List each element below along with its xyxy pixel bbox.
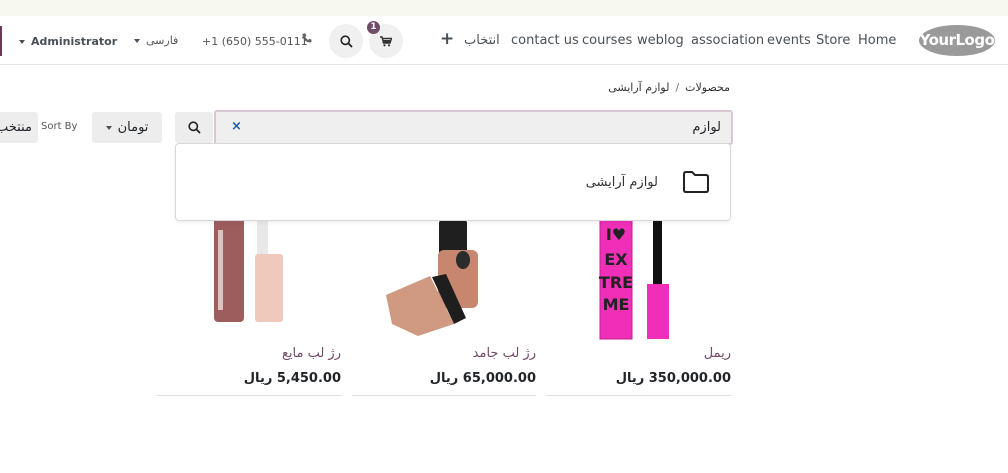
svg-text:EX: EX [604, 250, 628, 269]
currency-dropdown[interactable]: تومان [92, 112, 162, 143]
product-name[interactable]: ریمل [704, 346, 731, 361]
product-price: 65,000.00 ریال [429, 371, 536, 386]
search-autocomplete-dropdown: لوازم آرایشی [175, 143, 731, 221]
product-card[interactable]: رژ لب جامد 65,000.00 ریال [352, 200, 536, 396]
product-card[interactable]: رژ لب مایع 5,450.00 ریال [157, 200, 341, 396]
user-menu[interactable]: Administrator [19, 33, 117, 51]
language-selector[interactable]: فارسی [134, 32, 178, 50]
breadcrumb: محصولات / لوازم آرایشی [608, 81, 730, 94]
product-card[interactable]: I♥ EX TRE ME ریمل 350,000.00 ریال [547, 200, 731, 396]
search-submit-button[interactable] [175, 112, 213, 143]
nav-link-select[interactable]: انتخاب [464, 32, 500, 50]
search-icon [339, 34, 353, 48]
clear-search-icon[interactable]: × [231, 119, 242, 134]
breadcrumb-current: لوازم آرایشی [608, 81, 670, 94]
svg-text:TRE: TRE [599, 273, 633, 292]
svg-text:ME: ME [603, 295, 630, 314]
currency-label: تومان [117, 120, 149, 135]
product-image-mascara: I♥ EX TRE ME [599, 214, 669, 340]
sort-dropdown[interactable]: منتخب [0, 112, 38, 143]
product-name[interactable]: رژ لب جامد [473, 346, 536, 361]
chevron-down-icon [134, 39, 140, 43]
nav-link-store[interactable]: Store [816, 32, 850, 50]
autocomplete-item[interactable]: لوازم آرایشی [176, 144, 730, 220]
svg-text:I♥: I♥ [606, 225, 626, 244]
nav-link-courses[interactable]: courses [582, 32, 632, 50]
nav-link-home[interactable]: Home [858, 32, 896, 50]
search-input[interactable] [214, 110, 733, 145]
chevron-down-icon [19, 39, 25, 44]
logo[interactable]: YourLogo [919, 25, 995, 56]
product-price: 350,000.00 ریال [615, 371, 731, 386]
breadcrumb-products[interactable]: محصولات [685, 81, 730, 94]
sort-by-label: Sort By [41, 121, 78, 132]
autocomplete-item-label: لوازم آرایشی [585, 175, 658, 190]
language-label: فارسی [146, 34, 179, 47]
cart-count-badge: 1 [367, 21, 380, 34]
product-image-lipstick [386, 220, 478, 336]
user-name: Administrator [31, 35, 118, 48]
nav-link-contact-us[interactable]: contact us [511, 32, 579, 50]
product-name[interactable]: رژ لب مایع [282, 346, 341, 361]
product-image-liquid-lipstick [214, 216, 283, 322]
chevron-down-icon [105, 125, 112, 130]
folder-icon [683, 171, 709, 193]
phone-number[interactable]: +1 (650) 555-0111 [202, 33, 308, 51]
nav-link-weblog[interactable]: weblog [637, 32, 684, 50]
nav-link-events[interactable]: events [767, 32, 811, 50]
plus-icon[interactable]: + [440, 30, 454, 48]
nav-accent [0, 26, 2, 56]
breadcrumb-separator: / [675, 81, 680, 94]
cart-icon [380, 35, 392, 46]
top-strip [0, 0, 1008, 16]
nav-link-association[interactable]: association [691, 32, 764, 50]
product-price: 5,450.00 ریال [243, 371, 341, 386]
search-icon [187, 121, 201, 134]
header-search-button[interactable] [329, 24, 363, 58]
